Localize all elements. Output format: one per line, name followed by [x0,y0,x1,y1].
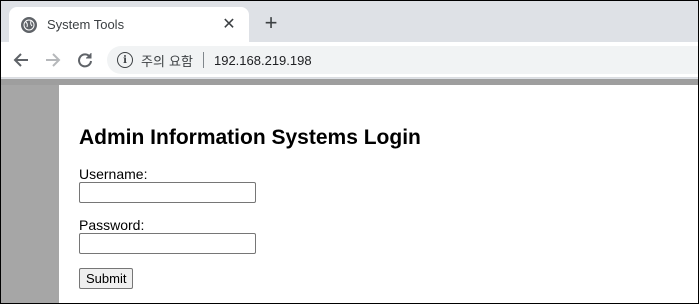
page-viewport: Admin Information Systems Login Username… [1,79,698,303]
username-label: Username: [79,166,148,182]
tab-title: System Tools [47,17,125,32]
password-field[interactable] [79,233,256,254]
close-tab-icon[interactable]: ✕ [219,15,239,35]
reload-icon [78,53,92,68]
page-title: Admin Information Systems Login [79,126,421,149]
url-text[interactable]: 192.168.219.198 [214,53,312,68]
username-field[interactable] [79,182,256,203]
security-warning-label[interactable]: 주의 요함 [141,51,193,70]
new-tab-button[interactable]: + [259,11,283,35]
submit-button[interactable]: Submit [79,268,134,289]
address-bar[interactable]: i 주의 요함 192.168.219.198 [107,46,698,74]
reload-button[interactable] [73,48,97,72]
password-label: Password: [79,217,145,233]
globe-icon [21,16,37,33]
browser-tab[interactable]: System Tools ✕ [9,7,249,42]
arrow-left-icon [13,53,28,67]
browser-toolbar: i 주의 요함 192.168.219.198 [1,42,698,78]
tab-strip: System Tools ✕ + [1,1,698,42]
browser-window: System Tools ✕ + i 주의 요함 192.168.219.198 [1,1,698,303]
back-button[interactable] [9,48,33,72]
login-page: Admin Information Systems Login Username… [59,85,698,303]
arrow-right-icon [46,53,61,67]
forward-button[interactable] [41,48,65,72]
address-divider [202,52,204,68]
info-icon[interactable]: i [117,52,133,68]
login-form: Username: Password: Submit [79,166,678,289]
